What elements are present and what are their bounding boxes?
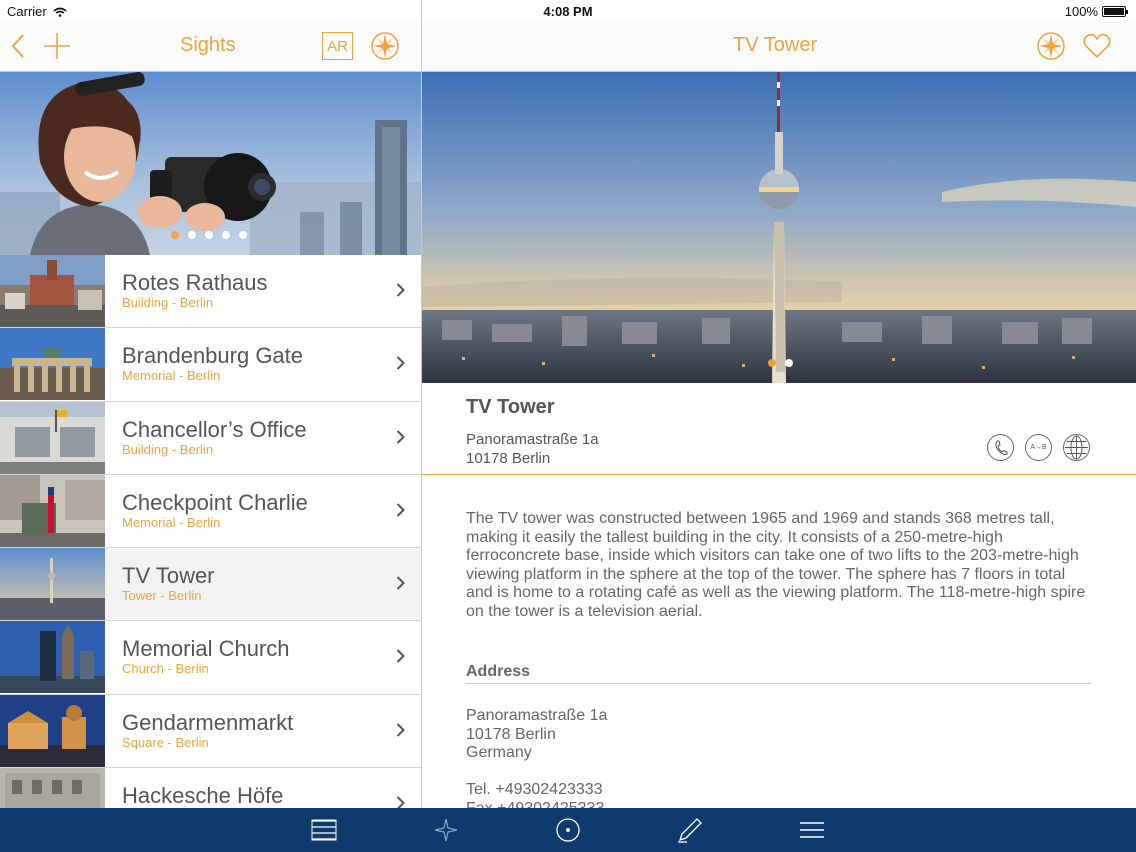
sights-list: Rotes Rathaus Building - Berlin Brandenb… xyxy=(0,255,421,808)
list-item[interactable]: Rotes Rathaus Building - Berlin xyxy=(0,255,421,329)
detail-navbar: TV Tower xyxy=(422,22,1136,72)
list-item[interactable]: Gendarmenmarkt Square - Berlin xyxy=(0,694,421,769)
tab-bar xyxy=(0,808,1136,852)
carousel-dot-5[interactable] xyxy=(239,231,247,239)
chevron-right-icon xyxy=(396,503,405,522)
sight-thumbnail xyxy=(0,621,105,694)
list-item[interactable]: Checkpoint Charlie Memorial - Berlin xyxy=(0,474,421,549)
accent-divider xyxy=(422,474,1136,475)
menu-icon[interactable] xyxy=(798,816,826,844)
phone-icon[interactable] xyxy=(987,434,1014,461)
phone-line[interactable]: Tel. +49302423333 xyxy=(466,781,607,800)
list-item[interactable]: Memorial Church Church - Berlin xyxy=(0,621,421,695)
battery-indicator: 100% xyxy=(1064,4,1128,19)
section-divider xyxy=(466,683,1091,684)
list-item[interactable]: Chancellor’s Office Building - Berlin xyxy=(0,401,421,475)
chevron-right-icon xyxy=(396,723,405,742)
sight-name: Memorial Church xyxy=(122,636,290,662)
list-item[interactable]: Brandenburg Gate Memorial - Berlin xyxy=(0,328,421,402)
detail-nav-title: TV Tower xyxy=(733,34,818,56)
split-divider xyxy=(421,0,422,808)
address-line: 10178 Berlin xyxy=(466,725,556,743)
chevron-right-icon xyxy=(396,796,405,808)
compass-icon[interactable] xyxy=(370,31,400,61)
sight-thumbnail xyxy=(0,401,105,474)
address-line xyxy=(466,763,607,782)
hero-photo-tv-tower xyxy=(422,72,1136,383)
web-icon[interactable] xyxy=(1063,434,1090,461)
sight-name: Gendarmenmarkt xyxy=(122,709,294,735)
location-icon[interactable] xyxy=(554,816,582,844)
carousel-dot-4[interactable] xyxy=(222,231,230,239)
sight-category: Memorial - Berlin xyxy=(122,514,221,530)
sight-name: Rotes Rathaus xyxy=(122,270,268,295)
detail-title: TV Tower xyxy=(466,396,555,418)
chevron-right-icon xyxy=(396,429,405,449)
sight-thumbnail xyxy=(0,548,105,621)
chevron-right-icon xyxy=(396,356,405,375)
chevron-right-icon xyxy=(396,576,405,595)
detail-actions: A→B xyxy=(987,434,1090,461)
sight-category: Building - Berlin xyxy=(122,441,214,457)
address-block: Panoramastraße 1a 10178 Berlin Germany T… xyxy=(466,707,607,808)
clock: 4:08 PM xyxy=(543,4,593,19)
detail-address: Panoramastraße 1a 10178 Berlin xyxy=(466,430,599,468)
list-icon[interactable] xyxy=(310,816,338,844)
city-line: 10178 Berlin xyxy=(466,450,551,467)
compass-icon[interactable] xyxy=(1036,31,1066,61)
app-root: Carrier 4:08 PM 100% Sights AR Rotes Rat… xyxy=(0,0,1136,852)
status-bar: Carrier 4:08 PM 100% xyxy=(0,0,1136,22)
ar-icon[interactable]: AR xyxy=(322,32,353,60)
battery-percent: 100% xyxy=(1064,4,1098,19)
sight-thumbnail xyxy=(0,768,105,808)
sight-name: Chancellor’s Office xyxy=(122,416,307,442)
sight-name: Hackesche Höfe xyxy=(122,783,284,808)
detail-pane: TV Tower TV Tower Panoramastraße 1a 1017… xyxy=(422,0,1136,808)
ar-label: AR xyxy=(327,37,348,55)
sights-navbar: Sights AR xyxy=(0,22,421,72)
heart-icon[interactable] xyxy=(1082,32,1112,60)
sights-title: Sights xyxy=(180,34,236,56)
sight-category: Tower - Berlin xyxy=(122,588,202,604)
pen-icon[interactable] xyxy=(676,816,704,844)
description-text: The TV tower was constructed between 196… xyxy=(466,510,1086,620)
list-item[interactable]: TV Tower Tower - Berlin xyxy=(0,548,421,622)
add-icon[interactable] xyxy=(42,32,72,60)
carousel-dot-2[interactable] xyxy=(785,359,793,367)
sight-thumbnail xyxy=(0,694,105,767)
back-icon[interactable] xyxy=(6,32,30,60)
sight-category: Church - Berlin xyxy=(122,661,209,677)
address-line: Germany xyxy=(466,744,532,762)
carousel-dot-1[interactable] xyxy=(171,231,179,239)
sight-category: Memorial - Berlin xyxy=(122,368,221,384)
sight-name: Brandenburg Gate xyxy=(122,343,304,369)
list-item[interactable]: Hackesche Höfe xyxy=(0,768,421,808)
carousel-dot-2[interactable] xyxy=(188,231,196,239)
street-line: Panoramastraße 1a xyxy=(466,431,599,448)
route-label: A→B xyxy=(1030,444,1047,451)
address-line: Panoramastraße 1a xyxy=(466,707,608,724)
sight-name: TV Tower xyxy=(122,563,215,589)
star-icon[interactable] xyxy=(432,816,460,844)
hero-carousel-dots[interactable] xyxy=(171,231,247,239)
battery-icon xyxy=(1102,6,1128,17)
carousel-dot-1[interactable] xyxy=(768,359,776,367)
detail-carousel-dots[interactable] xyxy=(768,359,793,367)
sights-pane: Sights AR Rotes Rathaus Building - Berli… xyxy=(0,0,421,808)
sight-thumbnail xyxy=(0,328,105,401)
sight-category: Square - Berlin xyxy=(122,734,209,750)
chevron-right-icon xyxy=(396,283,405,302)
sight-thumbnail xyxy=(0,255,105,327)
address-heading: Address xyxy=(466,663,531,680)
sight-category: Building - Berlin xyxy=(122,295,214,310)
sight-name: Checkpoint Charlie xyxy=(122,489,308,515)
carousel-dot-3[interactable] xyxy=(205,231,213,239)
sight-thumbnail xyxy=(0,474,105,547)
fax-line: Fax +49302425333 xyxy=(466,800,607,808)
chevron-right-icon xyxy=(396,649,405,668)
hero-photo-traveler xyxy=(0,72,421,255)
route-icon[interactable]: A→B xyxy=(1025,434,1052,461)
